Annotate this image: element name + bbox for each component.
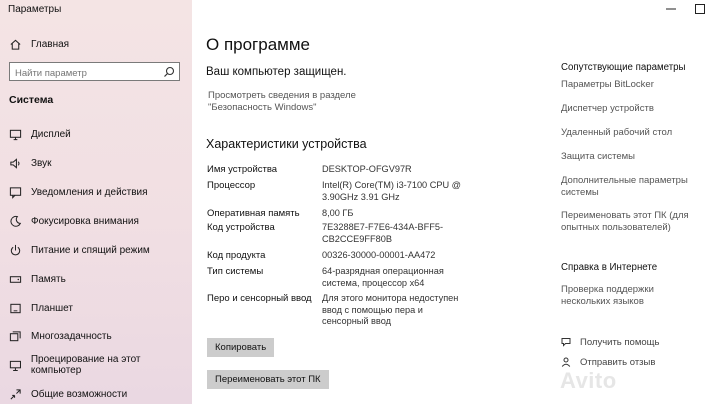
sidebar-item-label: Проецирование на этот компьютер — [30, 354, 141, 376]
advanced-system-settings-link[interactable]: Дополнительные параметры системы — [561, 175, 691, 199]
rename-pc-advanced-link[interactable]: Переименовать этот ПК (для опытных польз… — [561, 210, 691, 234]
search-input[interactable] — [15, 66, 155, 81]
sidebar-item-storage[interactable]: Память — [9, 269, 66, 289]
spec-label-processor: Процессор — [207, 180, 256, 191]
avito-watermark: Avito — [560, 368, 617, 393]
spec-value-product-id: 00326-30000-00001-AA472 — [322, 250, 436, 260]
spec-label-device-id: Код устройства — [207, 222, 275, 233]
sidebar-item-label: Дисплей — [31, 128, 71, 140]
home-icon — [10, 39, 21, 50]
sidebar-item-label: Звук — [31, 157, 52, 169]
multitask-icon — [9, 330, 21, 341]
security-link[interactable]: Просмотреть сведения в разделе — [208, 90, 356, 101]
help-icon — [561, 338, 571, 347]
copy-button[interactable]: Копировать — [207, 338, 275, 357]
sidebar-item-label: Фокусировка внимания — [31, 215, 139, 227]
sidebar-item-label: Общие возможности — [31, 388, 128, 400]
sidebar-item-display[interactable]: Дисплей — [9, 124, 71, 144]
sidebar-item-label: Многозадачность — [31, 330, 112, 342]
minimize-icon — [666, 8, 676, 10]
search-field[interactable] — [9, 62, 180, 81]
storage-icon — [9, 275, 22, 283]
language-support-link[interactable]: Проверка поддержки нескольких языков — [561, 284, 691, 308]
sidebar-item-shared-experiences[interactable]: Общие возможности — [9, 384, 127, 404]
sidebar: Параметры Главная Система Дисплей Звук У… — [0, 0, 192, 404]
spec-value-device-name: DESKTOP-OFGV97R — [322, 164, 412, 174]
send-feedback-link[interactable]: Отправить отзыв — [561, 355, 655, 369]
sidebar-item-power-sleep[interactable]: Питание и спящий режим — [9, 240, 150, 260]
feedback-icon — [561, 357, 571, 367]
bitlocker-link[interactable]: Параметры BitLocker — [561, 79, 691, 91]
spec-value-pen-touch: Для этого монитора недоступен ввод с пом… — [322, 293, 459, 326]
spec-value-ram: 8,00 ГБ — [322, 208, 354, 218]
window-title: Параметры — [8, 4, 62, 15]
web-help-heading: Справка в Интернете — [561, 262, 658, 273]
notification-icon — [9, 186, 22, 199]
speaker-icon — [10, 157, 20, 169]
sidebar-item-label: Питание и спящий режим — [31, 244, 150, 256]
sidebar-item-focus-assist[interactable]: Фокусировка внимания — [9, 211, 139, 231]
get-help-link[interactable]: Получить помощь — [561, 335, 659, 349]
spec-label-product-id: Код продукта — [207, 250, 266, 261]
security-link-continued[interactable]: "Безопасность Windows" — [208, 102, 317, 113]
spec-label-system-type: Тип системы — [207, 266, 264, 277]
sidebar-item-home[interactable]: Главная — [9, 34, 69, 54]
spec-value-device-id: 7E3288E7-F7E6-434A-BFF5-CB2CCE9FF80B — [322, 222, 444, 244]
system-protection-link[interactable]: Защита системы — [561, 151, 691, 163]
maximize-icon — [695, 4, 705, 14]
monitor-icon — [9, 129, 22, 140]
sidebar-item-label: Уведомления и действия — [31, 186, 148, 198]
rename-pc-button[interactable]: Переименовать этот ПК — [207, 370, 329, 389]
security-status: Ваш компьютер защищен. — [206, 66, 347, 78]
remote-desktop-link[interactable]: Удаленный рабочий стол — [561, 127, 691, 139]
device-manager-link[interactable]: Диспетчер устройств — [561, 103, 691, 115]
sidebar-item-tablet[interactable]: Планшет — [9, 298, 73, 318]
sidebar-item-label: Память — [31, 273, 66, 285]
sidebar-section-title: Система — [9, 94, 54, 106]
device-specs-heading: Характеристики устройства — [206, 137, 367, 151]
search-icon[interactable] — [163, 66, 175, 78]
sidebar-item-label: Главная — [31, 38, 70, 50]
project-icon — [9, 360, 21, 371]
send-feedback-label: Отправить отзыв — [580, 356, 656, 368]
sidebar-item-projecting[interactable]: Проецирование на этот компьютер — [9, 354, 192, 376]
sidebar-item-sound[interactable]: Звук — [9, 153, 52, 173]
sidebar-item-notifications[interactable]: Уведомления и действия — [9, 182, 148, 202]
sidebar-item-multitasking[interactable]: Многозадачность — [9, 326, 112, 346]
tablet-icon — [10, 303, 21, 313]
page-title: О программе — [206, 35, 311, 54]
spec-label-ram: Оперативная память — [207, 208, 300, 219]
main-content: О программе Ваш компьютер защищен. Просм… — [192, 0, 720, 404]
related-settings-heading: Сопутствующие параметры — [561, 62, 686, 73]
power-icon — [10, 244, 21, 255]
spec-value-processor: Intel(R) Core(TM) i3-7100 CPU @ 3.90GHz … — [322, 180, 462, 202]
spec-label-device-name: Имя устройства — [207, 164, 278, 175]
get-help-label: Получить помощь — [580, 336, 660, 348]
spec-label-pen-touch: Перо и сенсорный ввод — [207, 293, 312, 304]
moon-icon — [10, 215, 22, 227]
share-icon — [10, 388, 21, 400]
maximize-button[interactable] — [691, 2, 709, 16]
spec-value-system-type: 64-разрядная операционная система, проце… — [322, 266, 444, 288]
minimize-button[interactable] — [662, 2, 680, 16]
sidebar-item-label: Планшет — [31, 302, 73, 314]
